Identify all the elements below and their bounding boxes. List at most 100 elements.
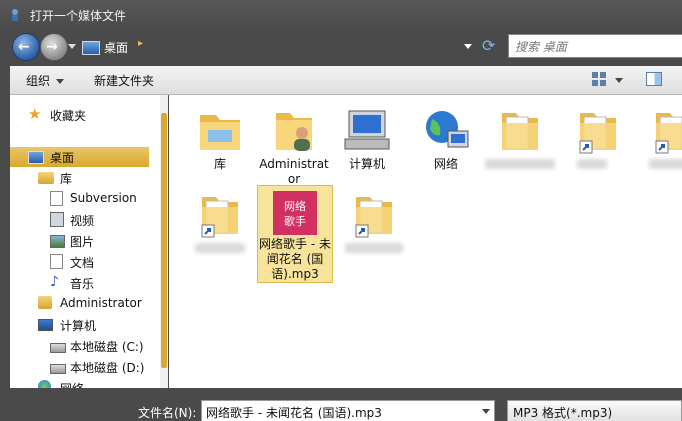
sidebar-item-label: 本地磁盘 (D:) — [70, 361, 145, 375]
document-icon — [50, 191, 63, 206]
folder-shortcut-icon — [579, 113, 616, 154]
chevron-down-icon — [56, 79, 65, 84]
sidebar-item-label: Administrator — [60, 296, 142, 310]
recent-pages-dropdown[interactable] — [68, 44, 76, 49]
music-icon: ♪ — [50, 274, 59, 290]
sidebar-item-pictures[interactable]: 图片 — [10, 231, 161, 251]
mp3-thumb-text-1: 网络 — [284, 199, 306, 213]
window-title: 打开一个媒体文件 — [30, 9, 127, 23]
address-dropdown-button[interactable] — [464, 44, 472, 49]
file-name: 库 — [213, 157, 226, 171]
sidebar-item-administrator[interactable]: Administrator — [10, 294, 161, 314]
filename-label: 文件名(N): — [138, 406, 197, 420]
sidebar-item-network[interactable]: 网络 — [10, 378, 161, 388]
user-folder-icon — [38, 296, 52, 309]
blurred-file-name — [195, 243, 245, 253]
sidebar-item-music[interactable]: ♪ 音乐 — [10, 273, 161, 293]
refresh-icon[interactable]: ⟳ — [482, 36, 502, 56]
sidebar-item-favorites[interactable]: ★ 收藏夹 — [10, 105, 161, 125]
document-icon — [50, 254, 63, 269]
sidebar-item-label: 视频 — [70, 214, 95, 228]
blurred-file-name — [345, 243, 403, 253]
sidebar-item-label: 库 — [60, 172, 73, 186]
star-icon: ★ — [28, 105, 42, 123]
folder-shortcut-icon — [655, 113, 682, 154]
file-type-select[interactable]: MP3 格式(*.mp3) — [507, 400, 682, 421]
drive-icon — [50, 364, 66, 374]
folder-shortcut-icon — [201, 197, 238, 238]
computer-icon — [344, 110, 390, 150]
view-options-icon[interactable] — [592, 72, 606, 86]
filename-field[interactable]: 网络歌手 - 未闻花名 (国语).mp3 — [206, 404, 382, 421]
open-file-dialog: 打开一个媒体文件 ← → 桌面 ▸ ⟳ 组织 新建文件夹 ★ 收藏夹 — [0, 0, 682, 421]
file-item-folder-shortcut[interactable] — [339, 185, 409, 273]
file-name: 网络歌手 - 未闻花名 (国语).mp3 — [259, 237, 331, 281]
folder-icon — [502, 113, 538, 150]
blurred-file-name — [577, 159, 607, 169]
file-item-mp3[interactable]: 网络 歌手 网络歌手 - 未闻花名 (国语).mp3 — [257, 185, 333, 283]
sidebar-item-label: 计算机 — [60, 319, 97, 333]
sidebar-item-subversion[interactable]: Subversion — [10, 189, 161, 209]
network-icon — [38, 380, 51, 388]
preview-pane-icon[interactable] — [646, 72, 662, 86]
sidebar-scrollbar[interactable] — [160, 95, 168, 388]
navigation-pane: ★ 收藏夹 桌面 库 Subversion 视频 图片 文档 ♪ 音乐 Admi… — [10, 95, 161, 388]
file-name: 网络 — [433, 157, 458, 171]
folder-shortcut-icon — [355, 197, 392, 238]
command-toolbar: 组织 新建文件夹 — [10, 66, 682, 95]
blurred-file-name — [485, 159, 555, 169]
file-item-folder-shortcut[interactable] — [185, 185, 255, 273]
sidebar-item-videos[interactable]: 视频 — [10, 210, 161, 230]
library-folder-icon — [200, 115, 240, 150]
view-menu-chevron-icon[interactable] — [615, 78, 623, 83]
sidebar-item-label: 文档 — [70, 256, 95, 270]
search-input[interactable] — [513, 37, 677, 57]
user-folder-icon — [276, 113, 312, 151]
sidebar-item-library[interactable]: 库 — [10, 168, 161, 188]
picture-icon — [50, 235, 65, 248]
mp3-thumb-text-2: 歌手 — [284, 214, 306, 228]
sidebar-item-label: 图片 — [70, 235, 95, 249]
forward-button[interactable]: → — [40, 33, 68, 61]
sidebar-item-drive-c[interactable]: 本地磁盘 (C:) — [10, 336, 161, 356]
title-bar: 打开一个媒体文件 — [0, 0, 682, 30]
drive-c-icon — [50, 343, 66, 353]
network-icon — [426, 111, 469, 148]
file-item-administrator[interactable]: Administrator — [259, 101, 329, 189]
sidebar-item-documents[interactable]: 文档 — [10, 252, 161, 272]
sidebar-item-drive-d[interactable]: 本地磁盘 (D:) — [10, 357, 161, 377]
sidebar-item-computer[interactable]: 计算机 — [10, 315, 161, 335]
chevron-down-icon[interactable] — [482, 409, 490, 414]
file-item-library[interactable]: 库 — [185, 101, 255, 189]
file-list: 库 Administrator 计算机 网络 网络 歌手 网络歌手 - 未闻花名… — [169, 95, 682, 388]
back-button[interactable]: ← — [12, 33, 40, 61]
sidebar-item-label: 音乐 — [70, 277, 95, 291]
sidebar-item-label: 收藏夹 — [50, 109, 87, 123]
file-item-network[interactable]: 网络 — [411, 101, 481, 189]
file-item-folder-shortcut[interactable] — [563, 101, 633, 189]
desktop-icon — [28, 151, 44, 164]
sidebar-item-label: 网络 — [60, 380, 84, 388]
new-folder-button[interactable]: 新建文件夹 — [94, 72, 154, 89]
forward-arrow-icon: → — [46, 39, 58, 55]
file-name: 计算机 — [348, 157, 385, 171]
file-item-folder[interactable] — [485, 101, 555, 189]
breadcrumb-chevron-icon[interactable]: ▸ — [138, 38, 143, 49]
file-item-folder-shortcut[interactable] — [639, 101, 682, 189]
mp3-icon: 网络 歌手 — [273, 191, 317, 235]
file-item-computer[interactable]: 计算机 — [332, 101, 402, 189]
back-arrow-icon: ← — [18, 39, 30, 55]
organize-button[interactable]: 组织 — [26, 72, 65, 89]
sidebar-item-desktop[interactable]: 桌面 — [10, 147, 149, 167]
breadcrumb-location[interactable]: 桌面 — [104, 39, 128, 56]
computer-icon — [38, 319, 53, 331]
sidebar-item-label: 桌面 — [50, 151, 75, 165]
blurred-file-name — [649, 159, 682, 169]
filename-combobox[interactable]: 网络歌手 - 未闻花名 (国语).mp3 — [201, 400, 495, 421]
sidebar-item-label: 本地磁盘 (C:) — [70, 340, 144, 354]
video-icon — [50, 212, 64, 227]
sidebar-item-label: Subversion — [70, 191, 137, 205]
search-box[interactable] — [508, 34, 682, 58]
file-name: Administrator — [259, 157, 329, 186]
scrollbar-thumb[interactable] — [161, 113, 167, 368]
